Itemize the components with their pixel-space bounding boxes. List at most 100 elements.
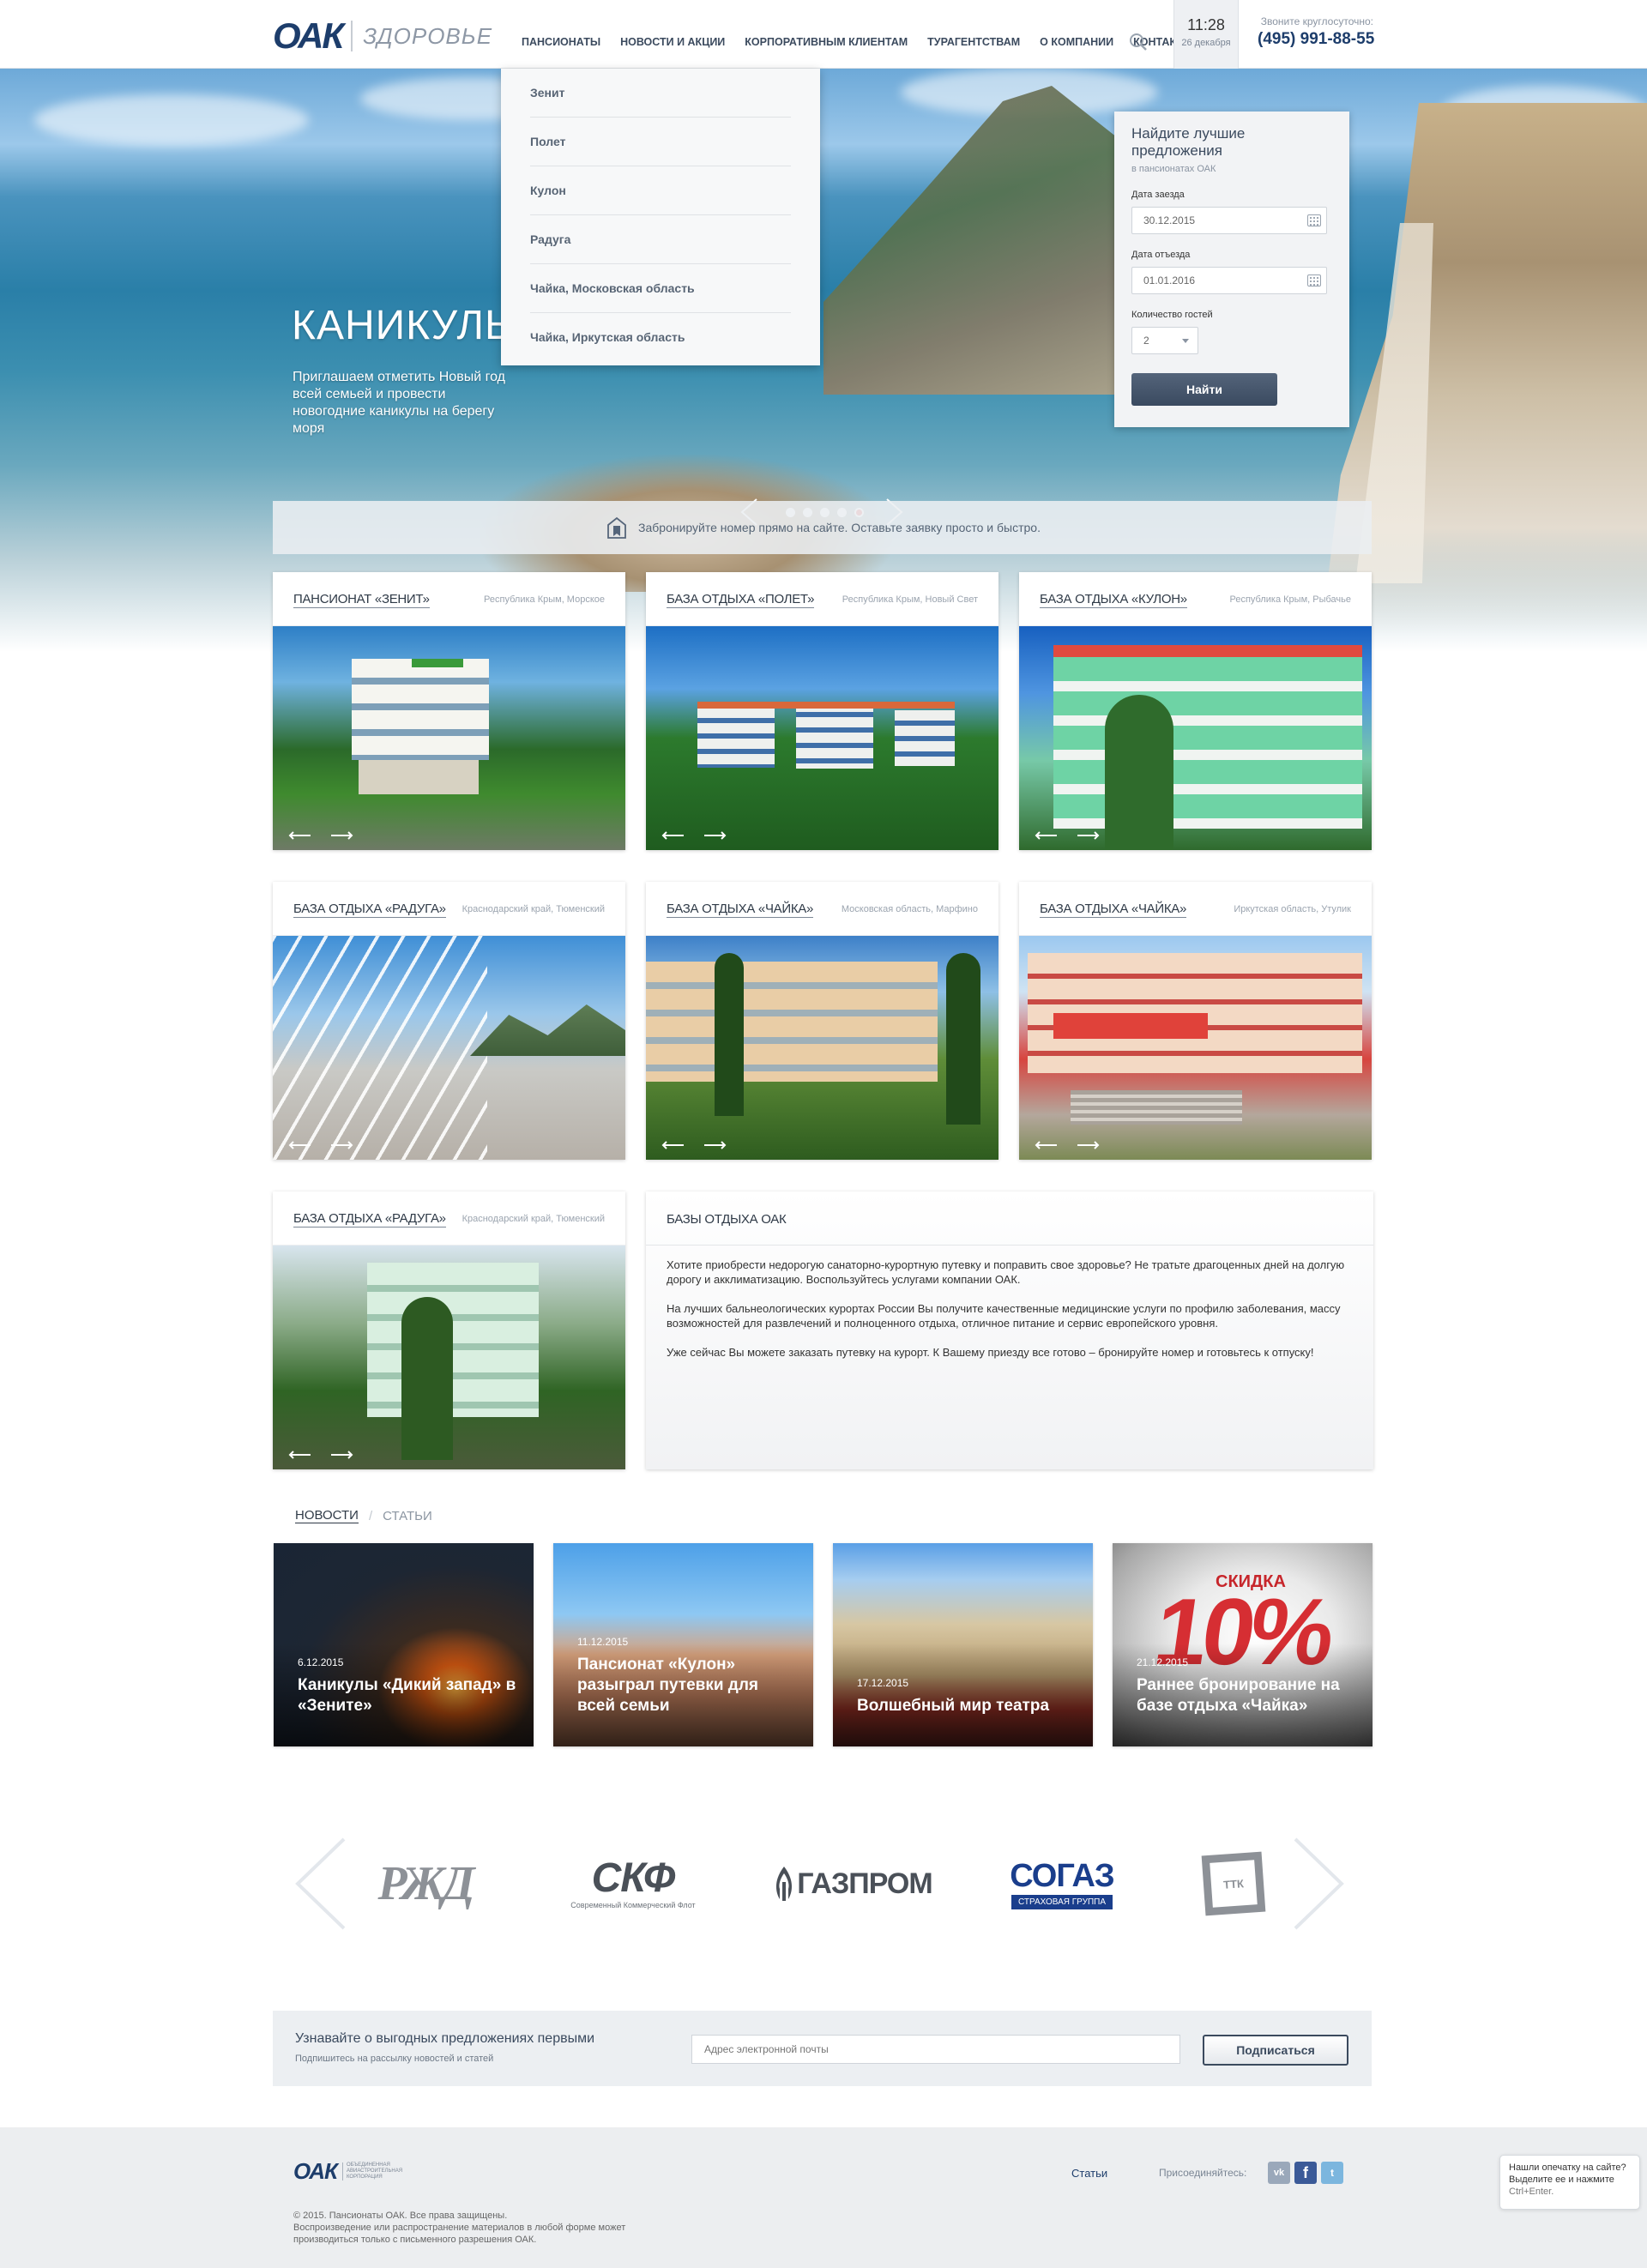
dropdown-item-chaika-irkutsk[interactable]: Чайка, Иркутская область bbox=[530, 313, 791, 362]
dropdown-item-kulon[interactable]: Кулон bbox=[530, 166, 791, 215]
nav-item-pensions[interactable]: ПАНСИОНАТЫ bbox=[522, 36, 600, 48]
card-header: ПАНСИОНАТ «ЗЕНИТ» Республика Крым, Морск… bbox=[273, 572, 625, 626]
card-title[interactable]: БАЗА ОТДЫХА «ЧАЙКА» bbox=[1040, 902, 1186, 918]
news-title[interactable]: Пансионат «Кулон» разыграл путевки для в… bbox=[577, 1655, 800, 1716]
pension-card-chaika-moscow[interactable]: БАЗА ОТДЫХА «ЧАЙКА» Московская область, … bbox=[646, 882, 998, 1160]
card-title[interactable]: БАЗА ОТДЫХА «РАДУГА» bbox=[293, 1211, 446, 1227]
arrow-right-icon[interactable] bbox=[1077, 831, 1100, 840]
arrow-right-icon[interactable] bbox=[1077, 1141, 1100, 1149]
tab-news[interactable]: НОВОСТИ bbox=[295, 1508, 359, 1523]
checkin-field[interactable]: 30.12.2015 bbox=[1131, 207, 1327, 234]
logo-mark: ОАК bbox=[273, 15, 344, 56]
booking-title: Найдите лучшие предложения bbox=[1131, 125, 1246, 159]
arrow-left-icon[interactable] bbox=[1035, 1141, 1057, 1149]
pension-card-polet[interactable]: БАЗА ОТДЫХА «ПОЛЕТ» Республика Крым, Нов… bbox=[646, 572, 998, 850]
card-title[interactable]: БАЗА ОТДЫХА «РАДУГА» bbox=[293, 902, 446, 918]
card-title[interactable]: ПАНСИОНАТ «ЗЕНИТ» bbox=[293, 592, 430, 608]
pension-card-kulon[interactable]: БАЗА ОТДЫХА «КУЛОН» Республика Крым, Рыб… bbox=[1019, 572, 1372, 850]
arrow-right-icon[interactable] bbox=[704, 831, 727, 840]
card-image[interactable] bbox=[1019, 626, 1372, 850]
partner-rzd-logo[interactable]: РЖД bbox=[360, 1832, 489, 1935]
find-button[interactable]: Найти bbox=[1131, 373, 1277, 406]
arrow-right-icon[interactable] bbox=[331, 1451, 353, 1459]
subscribe-button[interactable]: Подписаться bbox=[1203, 2035, 1348, 2066]
checkout-field[interactable]: 01.01.2016 bbox=[1131, 267, 1327, 294]
card-image[interactable] bbox=[646, 936, 998, 1160]
nav-item-agencies[interactable]: ТУРАГЕНТСТВАМ bbox=[927, 36, 1020, 48]
about-text: Хотите приобрести недорогую санаторно-ку… bbox=[646, 1246, 1373, 1360]
dropdown-item-polet[interactable]: Полет bbox=[530, 118, 791, 166]
chevron-right-icon[interactable] bbox=[1294, 1837, 1345, 1930]
card-title[interactable]: БАЗА ОТДЫХА «ПОЛЕТ» bbox=[667, 592, 814, 608]
skf-mark: СКФ bbox=[591, 1855, 676, 1901]
subscribe-block: Узнавайте о выгодных предложениях первым… bbox=[273, 2011, 1372, 2086]
guests-value: 2 bbox=[1143, 335, 1149, 347]
twitter-icon[interactable]: t bbox=[1321, 2162, 1343, 2184]
cloud bbox=[34, 94, 309, 146]
arrow-right-icon[interactable] bbox=[331, 831, 353, 840]
news-card[interactable]: 11.12.2015 Пансионат «Кулон» разыграл пу… bbox=[553, 1543, 813, 1746]
pensions-dropdown: Зенит Полет Кулон Радуга Чайка, Московск… bbox=[501, 69, 820, 365]
footer-logo[interactable]: ОАК ОБЪЕДИНЕННАЯ АВИАСТРОИТЕЛЬНАЯ КОРПОР… bbox=[293, 2158, 402, 2185]
nav-item-corporate[interactable]: КОРПОРАТИВНЫМ КЛИЕНТАМ bbox=[745, 36, 908, 48]
partner-gazprom-logo[interactable]: ГАЗПРОМ bbox=[770, 1832, 933, 1935]
news-title[interactable]: Каникулы «Дикий запад» в «Зените» bbox=[298, 1675, 521, 1716]
news-title[interactable]: Волшебный мир театра bbox=[857, 1696, 1080, 1716]
dropdown-item-chaika-moscow[interactable]: Чайка, Московская область bbox=[530, 264, 791, 313]
card-image[interactable] bbox=[646, 626, 998, 850]
chevron-left-icon[interactable] bbox=[294, 1837, 346, 1930]
news-title[interactable]: Раннее бронирование на базе отдыха «Чайк… bbox=[1137, 1675, 1360, 1716]
partner-ttk-logo[interactable]: ТТК bbox=[1191, 1832, 1276, 1935]
booking-strip[interactable]: Забронируйте номер прямо на сайте. Остав… bbox=[273, 501, 1372, 554]
arrow-right-icon[interactable] bbox=[331, 1141, 353, 1149]
clock-time: 11:28 bbox=[1187, 16, 1225, 33]
arrow-right-icon[interactable] bbox=[704, 1141, 727, 1149]
footer-link-articles[interactable]: Статьи bbox=[1071, 2167, 1107, 2180]
logo-subtitle: ЗДОРОВЬЕ bbox=[363, 22, 493, 49]
news-card[interactable]: 17.12.2015 Волшебный мир театра bbox=[833, 1543, 1093, 1746]
card-title[interactable]: БАЗА ОТДЫХА «ЧАЙКА» bbox=[667, 902, 813, 918]
guests-select[interactable]: 2 bbox=[1131, 327, 1198, 354]
pension-card-raduga-2[interactable]: БАЗА ОТДЫХА «РАДУГА» Краснодарский край,… bbox=[273, 1191, 625, 1469]
arrow-left-icon[interactable] bbox=[288, 1451, 311, 1459]
about-title: БАЗЫ ОТДЫХА ОАК bbox=[667, 1212, 787, 1227]
arrow-left-icon[interactable] bbox=[288, 831, 311, 840]
facebook-icon[interactable]: f bbox=[1294, 2162, 1317, 2184]
nav-item-about[interactable]: О КОМПАНИИ bbox=[1040, 36, 1113, 48]
pension-card-chaika-irkutsk[interactable]: БАЗА ОТДЫХА «ЧАЙКА» Иркутская область, У… bbox=[1019, 882, 1372, 1160]
card-title[interactable]: БАЗА ОТДЫХА «КУЛОН» bbox=[1040, 592, 1187, 608]
arrow-left-icon[interactable] bbox=[288, 1141, 311, 1149]
copyright-notice: Воспроизведение или распространение мате… bbox=[293, 2223, 626, 2245]
checkout-label: Дата отъезда bbox=[1131, 250, 1191, 260]
skf-subtitle: Современный Коммерческий Флот bbox=[570, 1901, 696, 1909]
typo-notice: Нашли опечатку на сайте? Выделите ее и н… bbox=[1499, 2155, 1640, 2210]
card-image[interactable] bbox=[273, 626, 625, 850]
news-card[interactable]: 6.12.2015 Каникулы «Дикий запад» в «Зени… bbox=[274, 1543, 534, 1746]
vk-icon[interactable]: vk bbox=[1268, 2162, 1290, 2184]
dropdown-item-zenit[interactable]: Зенит bbox=[530, 69, 791, 118]
arrow-left-icon[interactable] bbox=[1035, 831, 1057, 840]
sogaz-subtitle: СТРАХОВАЯ ГРУППА bbox=[1011, 1894, 1113, 1909]
card-header: БАЗА ОТДЫХА «КУЛОН» Республика Крым, Рыб… bbox=[1019, 572, 1372, 626]
arrow-left-icon[interactable] bbox=[661, 1141, 684, 1149]
card-image[interactable] bbox=[273, 1246, 625, 1469]
news-card[interactable]: СКИДКА 10% 21.12.2015 Раннее бронировани… bbox=[1113, 1543, 1372, 1746]
phone-number[interactable]: (495) 991-88-55 bbox=[1258, 30, 1374, 49]
partner-skf-logo[interactable]: СКФ Современный Коммерческий Флот bbox=[556, 1832, 710, 1935]
email-input[interactable] bbox=[691, 2035, 1180, 2064]
pension-card-zenit[interactable]: ПАНСИОНАТ «ЗЕНИТ» Республика Крым, Морск… bbox=[273, 572, 625, 850]
logo[interactable]: ОАК ЗДОРОВЬЕ bbox=[273, 15, 492, 57]
dropdown-item-raduga[interactable]: Радуга bbox=[530, 215, 791, 264]
partner-sogaz-logo[interactable]: СОГАЗ СТРАХОВАЯ ГРУППА bbox=[1002, 1832, 1122, 1935]
pension-card-raduga[interactable]: БАЗА ОТДЫХА «РАДУГА» Краснодарский край,… bbox=[273, 882, 625, 1160]
search-icon[interactable] bbox=[1129, 33, 1148, 51]
arrow-left-icon[interactable] bbox=[661, 831, 684, 840]
card-image[interactable] bbox=[273, 936, 625, 1160]
card-image[interactable] bbox=[1019, 936, 1372, 1160]
calendar-icon[interactable] bbox=[1307, 274, 1321, 287]
calendar-icon[interactable] bbox=[1307, 214, 1321, 226]
checkout-value: 01.01.2016 bbox=[1143, 274, 1196, 287]
tab-articles[interactable]: СТАТЬИ bbox=[383, 1509, 432, 1523]
booking-subtitle: в пансионатах ОАК bbox=[1131, 164, 1216, 174]
nav-item-news[interactable]: НОВОСТИ И АКЦИИ bbox=[620, 36, 725, 48]
